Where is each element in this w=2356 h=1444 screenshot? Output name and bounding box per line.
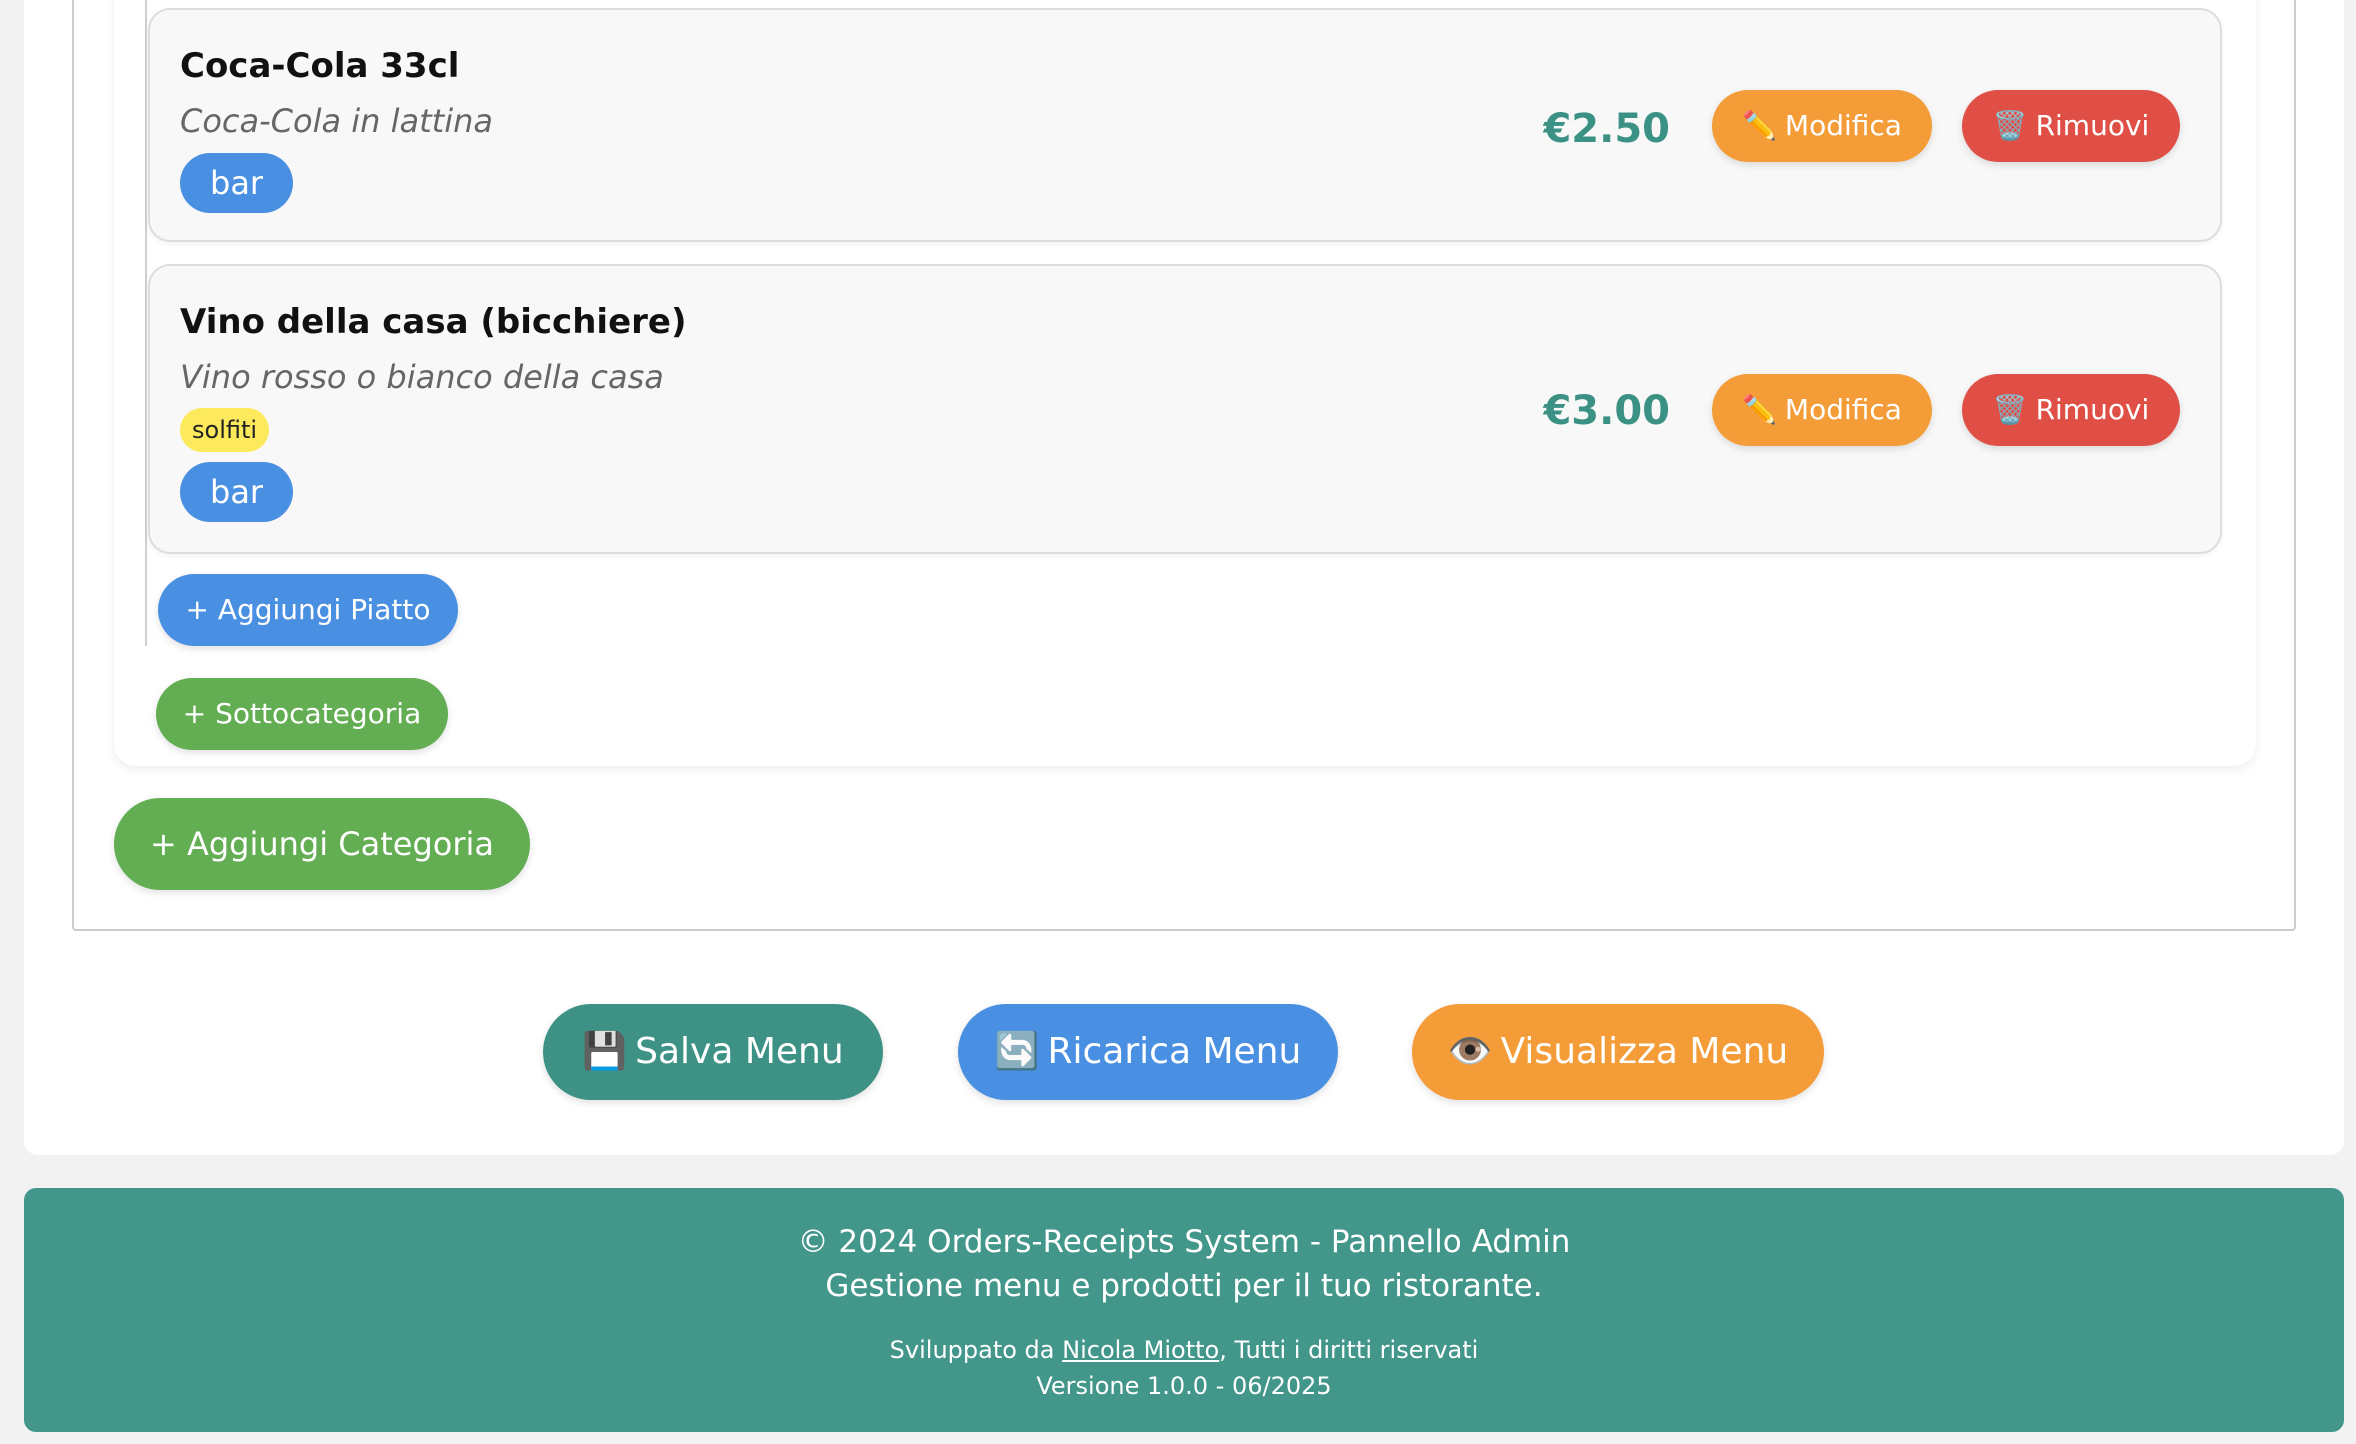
remove-item-button[interactable]: 🗑️ Rimuovi <box>1962 90 2180 162</box>
footer-credits-prefix: Sviluppato da <box>889 1336 1063 1364</box>
view-menu-label: Visualizza Menu <box>1500 1031 1789 1072</box>
developer-link[interactable]: Nicola Miotto <box>1062 1336 1219 1364</box>
save-menu-label: Salva Menu <box>635 1031 844 1072</box>
item-description: Vino rosso o bianco della casa <box>180 358 664 396</box>
footer-tagline: Gestione menu e prodotti per il tuo rist… <box>825 1268 1543 1304</box>
allergen-badge: solfiti <box>180 408 270 452</box>
footer-copyright: © 2024 Orders-Receipts System - Pannello… <box>797 1224 1571 1260</box>
save-menu-button[interactable]: 💾 Salva Menu <box>543 1004 883 1100</box>
reload-menu-label: Ricarica Menu <box>1047 1031 1302 1072</box>
footer-version: Versione 1.0.0 - 06/2025 <box>1036 1372 1332 1400</box>
pencil-icon: ✏️ <box>1742 393 1777 426</box>
add-dish-button[interactable]: + Aggiungi Piatto <box>158 574 458 646</box>
item-tag-badge: bar <box>180 462 294 522</box>
remove-label: Rimuovi <box>2035 109 2150 142</box>
view-menu-button[interactable]: 👁️ Visualizza Menu <box>1412 1004 1824 1100</box>
edit-label: Modifica <box>1784 393 1902 426</box>
edit-item-button[interactable]: ✏️ Modifica <box>1712 90 1932 162</box>
item-price: €3.00 <box>1543 388 1670 434</box>
item-price: €2.50 <box>1543 106 1670 152</box>
item-name: Vino della casa (bicchiere) <box>180 302 687 342</box>
item-description: Coca-Cola in lattina <box>180 102 493 140</box>
eye-icon: 👁️ <box>1447 1031 1493 1072</box>
subcategory-divider <box>145 0 147 646</box>
floppy-disk-icon: 💾 <box>582 1031 628 1072</box>
trash-icon: 🗑️ <box>1992 393 2028 426</box>
add-category-button[interactable]: + Aggiungi Categoria <box>114 798 530 890</box>
item-tag-badge: bar <box>180 153 294 213</box>
add-subcategory-button[interactable]: + Sottocategoria <box>156 678 448 750</box>
refresh-icon: 🔄 <box>994 1031 1040 1072</box>
footer-credits: Sviluppato da Nicola Miotto, Tutti i dir… <box>24 1336 2344 1364</box>
remove-item-button[interactable]: 🗑️ Rimuovi <box>1962 374 2180 446</box>
edit-label: Modifica <box>1784 109 1902 142</box>
reload-menu-button[interactable]: 🔄 Ricarica Menu <box>958 1004 1338 1100</box>
pencil-icon: ✏️ <box>1742 109 1777 142</box>
menu-item-card: Vino della casa (bicchiere) Vino rosso o… <box>148 264 2222 554</box>
edit-item-button[interactable]: ✏️ Modifica <box>1712 374 1932 446</box>
remove-label: Rimuovi <box>2035 393 2150 426</box>
footer-credits-suffix: , Tutti i diritti riservati <box>1219 1336 1479 1364</box>
item-name: Coca-Cola 33cl <box>180 46 460 86</box>
menu-item-card: Coca-Cola 33cl Coca-Cola in lattina bar … <box>148 8 2222 242</box>
trash-icon: 🗑️ <box>1992 109 2028 142</box>
footer: © 2024 Orders-Receipts System - Pannello… <box>24 1188 2344 1432</box>
